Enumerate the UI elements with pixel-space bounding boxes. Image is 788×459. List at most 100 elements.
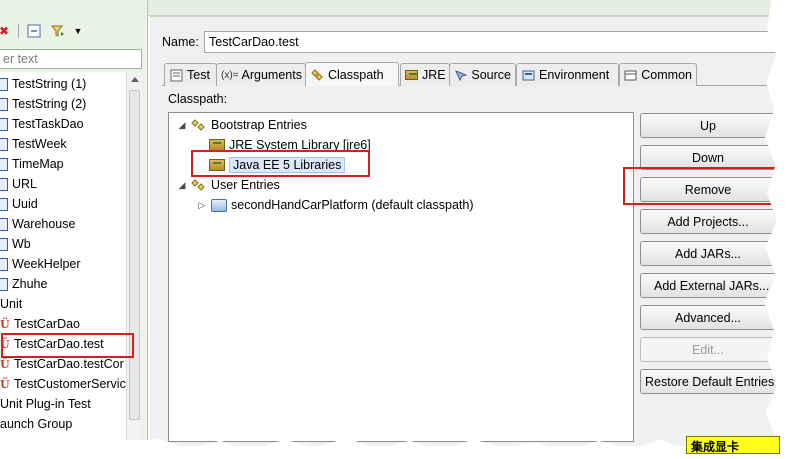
view-menu-chevron-down-icon[interactable]: ▼ <box>70 23 86 39</box>
advanced-button[interactable]: Advanced... <box>640 305 788 330</box>
tab-label: Classpath <box>328 67 384 82</box>
tree-item-junit-plugin-category[interactable]: Unit Plug-in Test <box>0 394 126 414</box>
expand-chevron-icon[interactable]: ◢ <box>177 180 187 191</box>
tree-node-project[interactable]: ▷ secondHandCarPlatform (default classpa… <box>197 195 474 215</box>
tree-node-bootstrap-entries[interactable]: ◢ Bootstrap Entries <box>177 115 307 135</box>
classpath-entries-icon <box>191 178 207 192</box>
junit-icon: Ü <box>0 317 10 331</box>
scroll-up-arrow-icon[interactable] <box>131 77 139 82</box>
tree-item-label: TestString (2) <box>12 97 87 111</box>
tab-test[interactable]: Test <box>164 63 217 86</box>
button-label: Add JARs... <box>675 246 741 261</box>
tree-item-wb[interactable]: Wb <box>0 234 126 254</box>
tree-item-label: WeekHelper <box>12 257 81 271</box>
configurations-navigator: ✖ ▼ er text TestString (1) TestString (2… <box>0 0 148 440</box>
arguments-tab-icon: (x)= <box>221 69 239 81</box>
expand-chevron-icon[interactable]: ◢ <box>177 120 187 131</box>
filter-input[interactable]: er text <box>0 49 142 69</box>
add-jars-button[interactable]: Add JARs... <box>640 241 788 266</box>
button-label: Advanced... <box>674 310 741 325</box>
tree-item-label: Uuid <box>12 197 38 211</box>
tab-jre[interactable]: JRE <box>400 63 450 86</box>
java-application-icon <box>0 177 8 191</box>
tab-environment[interactable]: Environment <box>516 63 619 86</box>
up-button[interactable]: Up <box>640 113 788 138</box>
tree-node-label: secondHandCarPlatform (default classpath… <box>231 198 474 212</box>
tab-bar: Test (x)= Arguments Classpath JRE Source… <box>162 62 788 86</box>
tree-item-teststring-1[interactable]: TestString (1) <box>0 74 126 94</box>
jre-tab-icon <box>405 68 418 82</box>
tree-node-user-entries[interactable]: ◢ User Entries <box>177 175 280 195</box>
edit-button[interactable]: Edit... <box>640 337 788 362</box>
configuration-tree: TestString (1) TestString (2) TestTaskDa… <box>0 72 126 440</box>
tree-item-zhuhe[interactable]: Zhuhe <box>0 274 126 294</box>
navigator-toolbar: ✖ ▼ <box>0 20 148 42</box>
tab-label: Common <box>641 68 692 82</box>
highlight-box-remove-button <box>623 167 788 205</box>
tab-common[interactable]: Common <box>619 63 697 86</box>
highlight-box-javaee-library <box>191 150 370 177</box>
tree-item-junit-category[interactable]: Unit <box>0 294 126 314</box>
tree-item-label: TimeMap <box>12 157 64 171</box>
delete-configuration-icon[interactable]: ✖ <box>0 23 12 39</box>
tree-item-launch-group-category[interactable]: aunch Group <box>0 414 126 434</box>
tree-item-label: Wb <box>12 237 31 251</box>
tree-item-timemap[interactable]: TimeMap <box>0 154 126 174</box>
highlight-box-selected-config <box>1 333 134 358</box>
tree-item-uuid[interactable]: Uuid <box>0 194 126 214</box>
tree-item-warehouse[interactable]: Warehouse <box>0 214 126 234</box>
tree-item-weekhelper[interactable]: WeekHelper <box>0 254 126 274</box>
java-application-icon <box>0 197 8 211</box>
tree-item-testcardao[interactable]: Ü TestCarDao <box>0 314 126 334</box>
name-label: Name: <box>162 35 199 49</box>
tree-item-label: aunch Group <box>0 417 73 431</box>
navigator-scrollbar[interactable] <box>126 72 142 440</box>
test-tab-icon <box>169 68 183 82</box>
tree-item-label: TestCarDao <box>14 317 80 331</box>
tree-item-label: TestCarDao.testCor <box>14 357 124 371</box>
tree-item-teststring-2[interactable]: TestString (2) <box>0 94 126 114</box>
java-application-icon <box>0 217 8 231</box>
project-icon <box>211 198 227 212</box>
java-application-icon <box>0 117 8 131</box>
tree-item-testcustomerservic[interactable]: Ü TestCustomerServic <box>0 374 126 394</box>
restore-default-entries-button[interactable]: Restore Default Entries <box>640 369 788 394</box>
tree-node-label: User Entries <box>211 178 280 192</box>
java-application-icon <box>0 237 8 251</box>
tree-item-url[interactable]: URL <box>0 174 126 194</box>
add-external-jars-button[interactable]: Add External JARs... <box>640 273 788 298</box>
tab-label: Test <box>187 68 210 82</box>
tree-item-testtaskdao[interactable]: TestTaskDao <box>0 114 126 134</box>
tree-item-label: URL <box>12 177 38 191</box>
button-label: Add External JARs... <box>654 278 770 293</box>
scrollbar-thumb[interactable] <box>129 90 140 420</box>
tree-item-label: Unit <box>0 297 23 311</box>
tree-item-testweek[interactable]: TestWeek <box>0 134 126 154</box>
tab-label: JRE <box>422 68 446 82</box>
filter-configurations-icon[interactable] <box>50 23 66 39</box>
tab-label: Source <box>471 68 511 82</box>
classpath-tab-icon <box>310 68 324 82</box>
tree-item-label: TestString (1) <box>12 77 87 91</box>
tree-item-label: Unit Plug-in Test <box>0 397 91 411</box>
tab-arguments[interactable]: (x)= Arguments <box>216 63 306 86</box>
source-tab-icon <box>454 68 468 82</box>
button-label: Add Projects... <box>667 214 749 229</box>
collapse-all-icon[interactable] <box>26 23 42 39</box>
tree-item-label: TestTaskDao <box>12 117 84 131</box>
watermark-label: 集成显卡 <box>686 436 780 454</box>
add-projects-button[interactable]: Add Projects... <box>640 209 788 234</box>
tab-source[interactable]: Source <box>449 63 516 86</box>
tab-classpath[interactable]: Classpath <box>305 62 399 86</box>
button-label: Down <box>692 150 724 165</box>
button-label: Edit... <box>692 342 724 357</box>
tree-item-label: Warehouse <box>12 217 76 231</box>
environment-tab-icon <box>521 68 535 82</box>
button-label: Up <box>700 118 716 133</box>
button-label: Restore Default Entries <box>645 374 775 389</box>
java-application-icon <box>0 97 8 111</box>
junit-icon: Ü <box>0 357 10 371</box>
name-field[interactable]: TestCarDao.test <box>204 31 784 53</box>
tree-node-label: Bootstrap Entries <box>211 118 307 132</box>
collapsed-chevron-right-icon[interactable]: ▷ <box>197 200 207 211</box>
